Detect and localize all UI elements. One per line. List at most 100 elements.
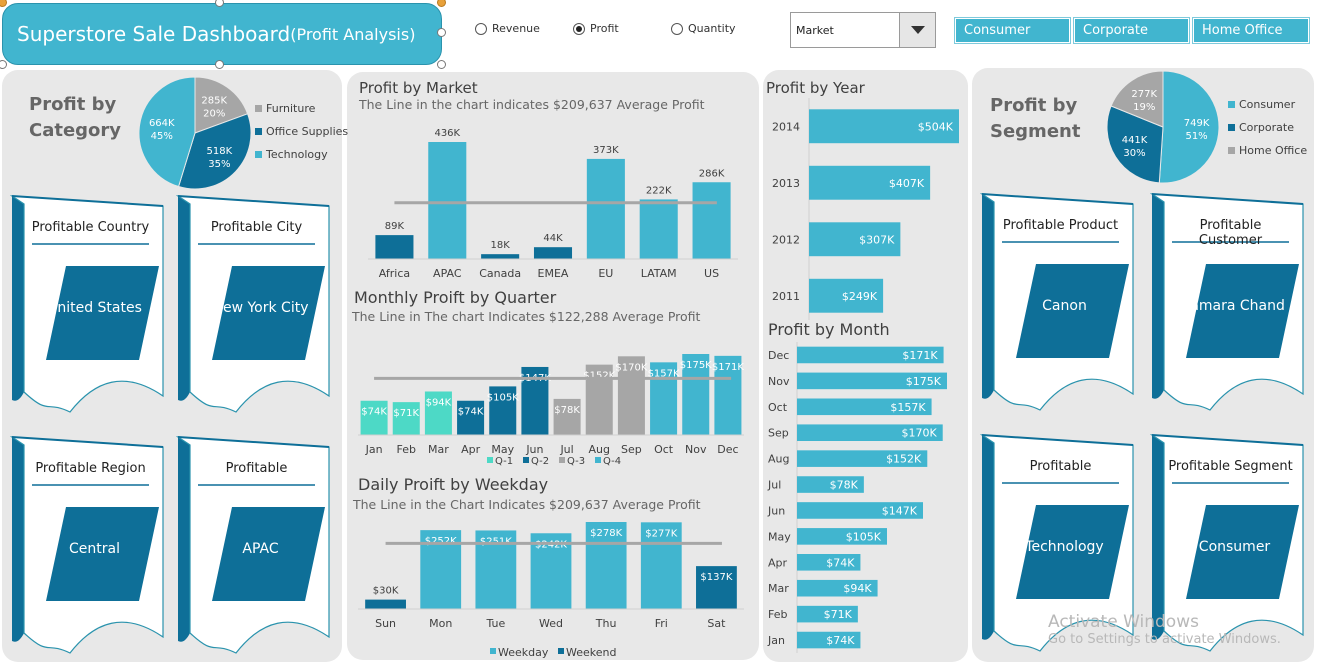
- bar-value-label: 44K: [543, 233, 563, 244]
- y-tick-label: 2011: [772, 290, 800, 303]
- resize-handle[interactable]: [437, 28, 446, 37]
- kpi-card[interactable]: Profitable Region Central: [10, 435, 165, 661]
- legend-label: Consumer: [1239, 98, 1296, 111]
- activate-windows-watermark: Activate Windows Go to Settings to activ…: [1048, 612, 1281, 647]
- legend-item: Technology: [255, 143, 348, 166]
- y-tick-label: May: [768, 530, 791, 543]
- kpi-card[interactable]: Profitable APAC: [176, 435, 331, 661]
- resize-handle[interactable]: [0, 0, 7, 7]
- legend-swatch: [1228, 124, 1235, 131]
- slicer-home-office[interactable]: Home Office: [1193, 18, 1309, 43]
- bar[interactable]: [586, 158, 625, 259]
- kpi-card[interactable]: Profitable Customer Tamara Chand: [1150, 192, 1305, 418]
- bar[interactable]: [533, 247, 573, 259]
- resize-handle[interactable]: [437, 60, 446, 69]
- kpi-card[interactable]: Profitable City New York City: [176, 194, 331, 420]
- dropdown-button[interactable]: [899, 13, 935, 47]
- year-bar-chart[interactable]: $504K 2014 $407K 2013 $307K 2012 $249K 2011: [765, 98, 965, 320]
- card-value: Central: [69, 541, 120, 557]
- y-tick-label: Dec: [768, 349, 789, 362]
- card-label: Profitable Country: [31, 220, 150, 235]
- slicer-consumer[interactable]: Consumer: [955, 18, 1070, 43]
- bar-value-label: $171K: [902, 349, 938, 362]
- bar[interactable]: [365, 599, 406, 609]
- x-tick-label: Jul: [559, 443, 573, 456]
- bar-value-label: $170K: [615, 362, 647, 373]
- radio-dot[interactable]: [671, 22, 683, 35]
- card-label: Profitable City: [210, 220, 303, 235]
- watermark-line2: Go to Settings to activate Windows.: [1048, 632, 1281, 647]
- kpi-card[interactable]: Profitable Country United States: [10, 194, 165, 420]
- radio-quantity[interactable]: Quantity: [671, 22, 736, 35]
- card-curl: [12, 437, 24, 642]
- category-pie-chart[interactable]: 285K 20% 518K 35% 664K 45%: [138, 76, 252, 190]
- x-tick-label: Nov: [685, 443, 707, 456]
- radio-dot[interactable]: [475, 22, 487, 35]
- x-tick-label: Mon: [429, 617, 452, 630]
- bar-value-label: $78K: [554, 405, 580, 416]
- pie-value-label: 277K: [1131, 89, 1157, 100]
- x-tick-label: Thu: [595, 617, 617, 630]
- market-dropdown[interactable]: Market: [790, 12, 936, 48]
- title-line: Profit by: [990, 95, 1078, 116]
- x-tick-label: LATAM: [641, 267, 677, 280]
- legend-swatch: [255, 128, 262, 135]
- legend-swatch: [559, 457, 565, 463]
- pie-value-label: 664K: [149, 118, 175, 129]
- x-tick-label: Canada: [479, 267, 521, 280]
- legend-label: Corporate: [1239, 121, 1294, 134]
- quarter-chart-title: Monthly Proift by Quarter: [354, 288, 557, 307]
- kpi-card[interactable]: Profitable Product Canon: [980, 192, 1135, 418]
- card-curl: [12, 196, 24, 401]
- pie-percent-label: 51%: [1185, 131, 1207, 142]
- y-tick-label: Jul: [767, 479, 781, 492]
- bar[interactable]: [375, 235, 414, 259]
- resize-handle[interactable]: [215, 60, 224, 69]
- legend-label: Technology: [266, 148, 328, 161]
- card-curl: [1152, 194, 1164, 399]
- card-value: New York City: [212, 300, 309, 316]
- title-main: Superstore Sale Dashboard: [17, 22, 291, 46]
- title-line: Category: [29, 120, 122, 141]
- card-curl: [982, 435, 994, 640]
- weekday-bar-chart[interactable]: $30KSun$252KMon$251KTue$242KWed$278KThu$…: [350, 514, 756, 660]
- bar-value-label: $74K: [458, 407, 484, 418]
- radio-profit[interactable]: Profit: [573, 22, 619, 35]
- dashboard-title[interactable]: Superstore Sale Dashboard (Profit Analysi…: [2, 3, 442, 65]
- x-tick-label: Dec: [717, 443, 738, 456]
- legend-swatch: [558, 648, 564, 654]
- legend-label: Q-2: [531, 456, 549, 467]
- x-tick-label: EU: [598, 267, 613, 280]
- radio-label: Profit: [590, 22, 619, 35]
- bar-value-label: $94K: [426, 397, 452, 408]
- legend-label: Weekday: [498, 646, 549, 659]
- segment-pie-chart[interactable]: 749K 51% 441K 30% 277K 19%: [1106, 70, 1220, 184]
- resize-handle[interactable]: [437, 0, 446, 7]
- bar-value-label: $170K: [901, 427, 937, 440]
- bar-value-label: $249K: [842, 290, 878, 303]
- radio-dot[interactable]: [573, 22, 585, 35]
- pie-percent-label: 35%: [208, 159, 230, 170]
- radio-revenue[interactable]: Revenue: [475, 22, 540, 35]
- resize-handle[interactable]: [0, 60, 7, 69]
- bar-value-label: 286K: [699, 168, 725, 179]
- bar[interactable]: [481, 254, 520, 259]
- x-tick-label: Aug: [589, 443, 610, 456]
- quarter-bar-chart[interactable]: $74KJan$71KFeb$94KMar$74KApr$105KMay$147…: [350, 330, 756, 470]
- card-value: Technology: [1025, 539, 1104, 555]
- month-bar-chart[interactable]: $171K Dec $175K Nov $157K Oct $170K Sep $152K Aug…: [765, 342, 965, 654]
- x-tick-label: Apr: [461, 443, 481, 456]
- slicer-corporate[interactable]: Corporate: [1074, 18, 1189, 43]
- segment-title: Profit by Segment: [990, 93, 1080, 145]
- bar[interactable]: [428, 142, 467, 259]
- bar[interactable]: [639, 199, 678, 259]
- pie-percent-label: 30%: [1123, 148, 1145, 159]
- bar-value-label: $137K: [700, 572, 732, 583]
- legend-swatch: [523, 457, 529, 463]
- market-bar-chart[interactable]: 89K Africa 436K APAC 18K Canada 44K EMEA 373K EU 2…: [350, 114, 756, 286]
- x-tick-label: Sep: [621, 443, 642, 456]
- legend-swatch: [490, 648, 496, 654]
- pie-percent-label: 45%: [151, 131, 173, 142]
- card-curl: [1152, 435, 1164, 640]
- bar[interactable]: [692, 182, 731, 259]
